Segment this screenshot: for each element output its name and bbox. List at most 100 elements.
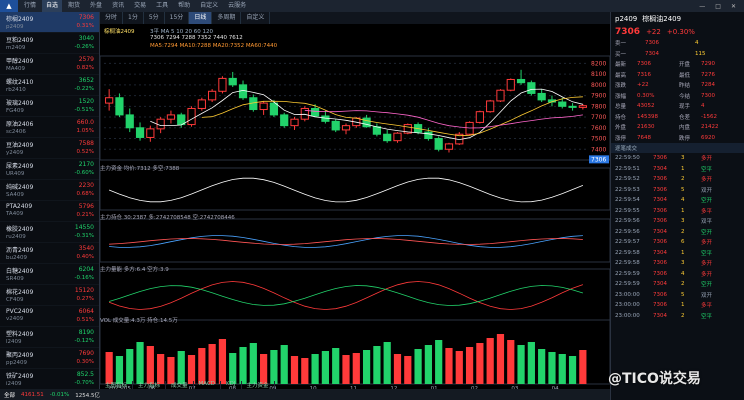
candle-body [146, 128, 155, 138]
instrument-change: -0.31% [74, 233, 94, 239]
menu-item[interactable]: 云服务 [224, 0, 250, 12]
watchlist-item[interactable]: 塑料2409 l2409 8190 -0.12% [0, 327, 99, 348]
tick-time: 22:59:57 [615, 239, 640, 246]
tick-row: 23:00:00 7306 1 多平 [611, 300, 744, 311]
ask-price: 7306 [645, 40, 659, 47]
instrument-change: 0.52% [76, 149, 94, 155]
indicator-tab[interactable]: 主图指标 [100, 381, 134, 389]
stat-value: +22 [637, 82, 649, 89]
window-controls: — □ ✕ [699, 3, 744, 10]
instrument-change: -0.51% [74, 107, 94, 113]
period-tab[interactable]: 多周期 [212, 12, 242, 24]
tick-type: 多开 [701, 240, 713, 247]
menu-item[interactable]: 外盘 [86, 0, 106, 12]
watchlist-item[interactable]: 橡胶2409 ru2409 14550 -0.31% [0, 222, 99, 243]
menu-item[interactable]: 帮助 [174, 0, 194, 12]
watchlist-item[interactable]: 豆油2409 y2409 7588 0.52% [0, 138, 99, 159]
watchlist-item[interactable]: PVC2409 v2409 6064 0.51% [0, 306, 99, 327]
watchlist-item[interactable]: 原油2406 sc2406 660.0 1.05% [0, 117, 99, 138]
stat-value: 145398 [637, 113, 658, 120]
volume-bar [517, 345, 525, 384]
candle-body [568, 105, 577, 108]
tick-time: 22:59:58 [615, 249, 640, 256]
tick-list: 22:59:50 7306 3 多开 22:59:51 7304 1 空平 22:59:52 73… [611, 153, 744, 321]
period-tab[interactable]: 5分 [144, 12, 165, 24]
close-icon[interactable]: ✕ [731, 3, 736, 10]
indicator-tab[interactable]: 主力指标 [133, 381, 167, 389]
instrument-price: 2230 [78, 182, 94, 189]
period-tab[interactable]: 分时 [100, 12, 124, 24]
menu-item[interactable]: 行情 [20, 0, 40, 12]
volume-bar [496, 334, 505, 384]
instrument-change: -0.22% [74, 86, 94, 92]
instrument-price: 7588 [78, 140, 94, 147]
tick-volume: 4 [681, 197, 685, 204]
instrument-price: 15120 [74, 287, 94, 294]
menu-item[interactable]: 自定义 [196, 0, 222, 12]
period-tab[interactable]: 15分 [165, 12, 190, 24]
volume-bar [362, 350, 371, 384]
stat-label: 最新 [615, 62, 627, 69]
menu-item[interactable]: 自选 [42, 0, 63, 12]
instrument-change: 0.30% [76, 359, 94, 365]
indicator-text: VOL 成交量:4.3万 持仓:14.5万 [100, 318, 178, 324]
menu-item[interactable]: 期货 [64, 0, 84, 12]
candle-body [125, 114, 134, 129]
instrument-change: -0.26% [74, 44, 94, 50]
tick-time: 22:59:55 [615, 207, 640, 214]
watchlist-item[interactable]: 聚丙2409 pp2409 7690 0.30% [0, 348, 99, 369]
candle-body [166, 114, 176, 120]
watchlist-item[interactable]: 铁矿2409 i2409 852.5 -0.70% [0, 369, 99, 390]
indicator-tab[interactable]: MACD [194, 381, 222, 389]
tick-price: 7304 [653, 228, 667, 235]
stat-value: 7276 [701, 71, 715, 78]
watchlist-item[interactable]: 豆粕2409 m2409 3040 -0.26% [0, 33, 99, 54]
volume-bar [136, 342, 144, 384]
tick-volume: 1 [681, 165, 685, 172]
watchlist-item[interactable]: 白糖2409 SR409 6204 -0.16% [0, 264, 99, 285]
y-tick-label: 7400 [591, 146, 606, 153]
quote-panel: p2409 棕榈油2409 7306 +22 +0.30% 卖一 7306 4 … [610, 12, 744, 400]
pane-border [100, 55, 610, 161]
tick-time: 23:00:00 [615, 302, 640, 309]
volume-bar [239, 347, 247, 384]
tick-time: 22:59:56 [615, 228, 640, 235]
status-label: 全部 [4, 392, 16, 399]
kline-chart[interactable]: 7400 7500 7600 7700 7800 7900 8000 8100 8200 7306… [100, 24, 610, 400]
main-menu: 行情 自选 期货 外盘 资讯 交易 工具 帮助 自定义 云服务 [20, 0, 250, 12]
candle-body [280, 114, 289, 127]
stat-label: 仓差 [679, 114, 691, 121]
indicator-tab[interactable]: 成交量 [166, 381, 194, 389]
candle-body [228, 77, 237, 86]
maximize-icon[interactable]: □ [715, 3, 721, 10]
candle-body [290, 118, 299, 127]
watchlist-item[interactable]: 玻璃2409 FG409 1520 -0.51% [0, 96, 99, 117]
stat-row: 持仓 145398 仓差 -1562 [611, 112, 744, 123]
ask-row: 卖一 7306 4 [615, 40, 699, 48]
watchlist-item[interactable]: PTA2409 TA409 5796 0.21% [0, 201, 99, 222]
watchlist-item[interactable]: 纯碱2409 SA409 2230 0.68% [0, 180, 99, 201]
menu-item[interactable]: 资讯 [108, 0, 128, 12]
menu-item[interactable]: 交易 [130, 0, 150, 12]
indicator-tab[interactable]: 主力资金 [242, 381, 275, 389]
tick-volume: 4 [681, 270, 685, 277]
watchlist-item[interactable]: 甲醇2409 MA409 2579 0.82% [0, 54, 99, 75]
volume-bar [249, 343, 257, 384]
menu-item[interactable]: 工具 [152, 0, 172, 12]
watchlist-item[interactable]: 螺纹2410 rb2410 3652 -0.22% [0, 75, 99, 96]
tick-price: 7304 [653, 312, 667, 319]
watchlist-item[interactable]: 尿素2409 UR409 2170 -0.60% [0, 159, 99, 180]
volume-bar [198, 348, 206, 384]
watchlist-item[interactable]: 沥青2409 bu2409 3540 0.40% [0, 243, 99, 264]
minimize-icon[interactable]: — [699, 3, 705, 10]
period-tab[interactable]: 1分 [123, 12, 144, 24]
watchlist-item[interactable]: 棕榈2409 p2409 7306 0.31% [0, 12, 99, 33]
period-tab[interactable]: 日线 [189, 12, 213, 24]
stat-label: 外盘 [615, 125, 627, 132]
indicator-tab[interactable]: KDJ [221, 381, 242, 389]
candle-body [269, 102, 279, 116]
period-tab[interactable]: 自定义 [241, 12, 271, 24]
stat-value: 7316 [637, 71, 651, 78]
watchlist-item[interactable]: 棉花2409 CF409 15120 0.27% [0, 285, 99, 306]
instrument-price: 7690 [78, 350, 94, 357]
